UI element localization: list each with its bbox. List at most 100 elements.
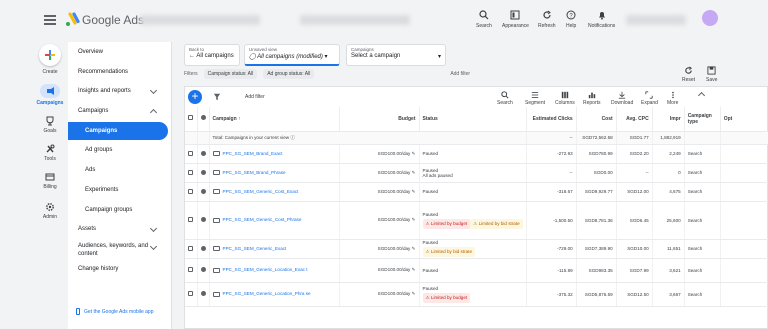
campaign-name-link[interactable]: PPC_SG_SEM_Generic_Exact <box>223 246 287 251</box>
select-all-checkbox[interactable] <box>188 115 193 121</box>
budget-cell[interactable]: SGD100.00/day ✎ <box>339 282 420 307</box>
download-tool[interactable]: Download <box>611 91 633 106</box>
row-status-cell[interactable] <box>197 282 210 307</box>
segment-tool[interactable]: Segment <box>525 91 545 106</box>
edit-icon[interactable]: ✎ <box>412 291 416 296</box>
budget-cell[interactable]: SGD100.00/day ✎ <box>339 144 420 164</box>
nav-insights[interactable]: Insights and reports <box>78 86 164 95</box>
paused-status-icon[interactable] <box>200 188 206 194</box>
table-row[interactable]: PPC_SG_SEM_Generic_Exact SGD100.00/day ✎ P… <box>185 239 768 259</box>
nav-overview[interactable]: Overview <box>78 49 103 55</box>
search-tool[interactable]: Search <box>476 10 492 29</box>
row-status-cell[interactable] <box>197 144 210 164</box>
account-switcher-blurred[interactable] <box>626 15 686 25</box>
row-status-cell[interactable] <box>197 163 210 183</box>
row-checkbox[interactable] <box>188 150 193 156</box>
columns-tool[interactable]: Columns <box>555 91 575 106</box>
row-checkbox[interactable] <box>188 245 193 251</box>
campaign-name-link[interactable]: PPC_SG_SEM_Generic_Cost_Exact <box>223 189 299 194</box>
rail-goals[interactable]: Goals <box>30 116 70 134</box>
filter-chip-campaign-status[interactable]: Campaign status: All <box>203 69 258 79</box>
collapse-chevron-icon[interactable] <box>697 91 706 100</box>
header-impr[interactable]: Impr <box>652 107 685 132</box>
row-checkbox-cell[interactable] <box>185 282 198 307</box>
filter-icon[interactable] <box>213 93 221 101</box>
row-checkbox[interactable] <box>188 169 193 175</box>
paused-status-icon[interactable] <box>200 267 206 272</box>
budget-cell[interactable]: SGD100.00/day ✎ <box>339 258 420 283</box>
nav-campaigns-section[interactable]: Campaigns <box>78 108 164 117</box>
campaign-name-cell[interactable]: PPC_SG_SEM_Generic_Location_Phra se <box>209 282 340 307</box>
header-status[interactable]: Status <box>419 107 527 132</box>
campaign-name-cell[interactable]: PPC_SG_SEM_Generic_Exact <box>209 239 340 259</box>
table-search-tool[interactable]: Search <box>497 91 513 106</box>
rail-tools[interactable]: Tools <box>30 144 70 162</box>
rail-billing[interactable]: Billing <box>30 172 70 190</box>
row-checkbox-cell[interactable] <box>185 201 198 240</box>
mobile-app-link[interactable]: Get the Google Ads mobile app <box>76 308 154 315</box>
paused-status-icon[interactable] <box>200 245 206 251</box>
nav-campaigns[interactable]: Campaigns <box>68 122 168 140</box>
nav-change-history[interactable]: Change history <box>78 266 118 272</box>
header-campaign[interactable]: Campaign ↑ <box>209 107 340 132</box>
row-checkbox-cell[interactable] <box>185 144 198 164</box>
header-select-all[interactable] <box>185 107 198 132</box>
refresh-tool[interactable]: Refresh <box>538 10 556 29</box>
row-checkbox-cell[interactable] <box>185 163 198 183</box>
edit-icon[interactable]: ✎ <box>412 217 416 222</box>
appearance-tool[interactable]: Appearance <box>502 10 529 29</box>
header-budget[interactable]: Budget <box>339 107 420 132</box>
campaign-name-cell[interactable]: PPC_SG_SEM_Generic_Cost_Exact <box>209 182 340 202</box>
row-checkbox[interactable] <box>188 217 193 222</box>
budget-cell[interactable]: SGD100.00/day ✎ <box>339 201 420 240</box>
budget-cell[interactable]: SGD100.00/day ✎ <box>339 182 420 202</box>
save-button[interactable]: Save <box>706 66 717 83</box>
campaign-name-link[interactable]: PPC_SG_SEM_Brand_Phrase <box>223 170 286 175</box>
add-filter-link[interactable]: Add filter <box>450 71 470 77</box>
nav-audiences[interactable]: Audiences, keywords, and content <box>78 242 164 258</box>
paused-status-icon[interactable] <box>200 150 206 156</box>
notifications-tool[interactable]: Notifications <box>588 10 615 29</box>
campaign-name-link[interactable]: PPC_SG_SEM_Generic_Location_Exac t <box>223 267 308 272</box>
table-row[interactable]: PPC_SG_SEM_Brand_Phrase SGD100.00/day ✎ Pa… <box>185 163 768 183</box>
edit-icon[interactable]: ✎ <box>412 267 416 272</box>
campaign-name-link[interactable]: PPC_SG_SEM_Generic_Location_Phra se <box>223 291 311 296</box>
row-checkbox[interactable] <box>188 291 193 296</box>
edit-icon[interactable]: ✎ <box>412 246 416 251</box>
header-cost[interactable]: Cost <box>576 107 617 132</box>
row-checkbox[interactable] <box>188 267 193 272</box>
add-campaign-button[interactable]: + <box>188 90 202 104</box>
row-checkbox[interactable] <box>188 188 193 194</box>
campaign-name-cell[interactable]: PPC_SG_SEM_Generic_Cost_Phrase <box>209 201 340 240</box>
header-campaign-type[interactable]: Campaign type <box>684 107 721 132</box>
nav-ad-groups[interactable]: Ad groups <box>85 147 112 153</box>
row-status-cell[interactable] <box>197 258 210 283</box>
row-checkbox-cell[interactable] <box>185 239 198 259</box>
header-avg-cpc[interactable]: Avg. CPC <box>616 107 653 132</box>
table-row[interactable]: PPC_SG_SEM_Generic_Location_Exac t SGD100… <box>185 258 768 283</box>
view-selector[interactable]: Unsaved view ◯ All campaigns (modified) … <box>244 44 340 66</box>
row-status-cell[interactable] <box>197 239 210 259</box>
paused-status-icon[interactable] <box>200 169 206 175</box>
menu-icon[interactable] <box>44 15 56 25</box>
budget-cell[interactable]: SGD100.00/day ✎ <box>339 239 420 259</box>
row-checkbox-cell[interactable] <box>185 182 198 202</box>
rail-campaigns[interactable]: Campaigns <box>30 84 70 106</box>
table-row[interactable]: PPC_SG_SEM_Generic_Cost_Exact SGD100.00/d… <box>185 182 768 202</box>
row-checkbox-cell[interactable] <box>185 258 198 283</box>
nav-ads[interactable]: Ads <box>85 167 95 173</box>
table-row[interactable]: PPC_SG_SEM_Generic_Cost_Phrase SGD100.00/… <box>185 201 768 240</box>
reset-button[interactable]: Reset <box>682 66 695 83</box>
header-estimated-clicks[interactable]: Estimated Clicks <box>526 107 577 132</box>
paused-status-icon[interactable] <box>200 217 206 222</box>
avatar[interactable] <box>702 10 718 26</box>
campaign-name-link[interactable]: PPC_SG_SEM_Generic_Cost_Phrase <box>223 217 302 222</box>
row-status-cell[interactable] <box>197 201 210 240</box>
campaign-name-cell[interactable]: PPC_SG_SEM_Generic_Location_Exac t <box>209 258 340 283</box>
filter-chip-ad-group-status[interactable]: Ad group status: All <box>263 69 315 79</box>
more-tool[interactable]: More <box>667 91 678 106</box>
back-to-selector[interactable]: Back to ← All campaigns <box>184 44 240 66</box>
campaign-selector[interactable]: Campaigns Select a campaign ▾ <box>346 44 446 66</box>
edit-icon[interactable]: ✎ <box>412 189 416 194</box>
header-opt[interactable]: Opt <box>720 107 768 132</box>
